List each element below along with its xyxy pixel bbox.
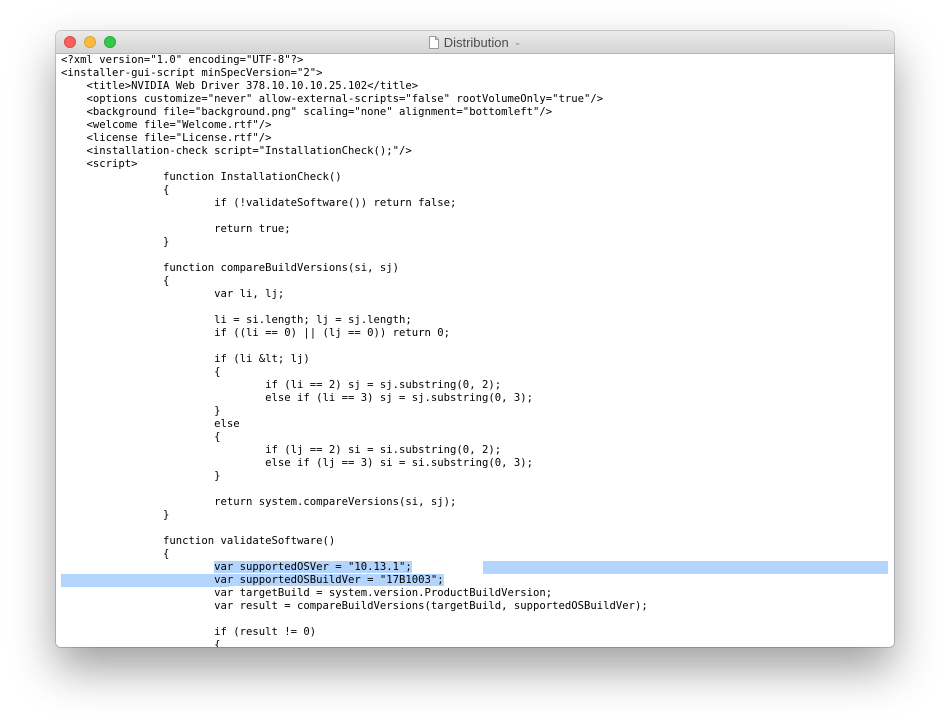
editor-content-area[interactable]: <?xml version="1.0" encoding="UTF-8"?> <i… [56, 54, 894, 647]
code-line[interactable]: li = si.length; lj = sj.length; [56, 314, 894, 327]
code-line[interactable]: <options customize="never" allow-externa… [56, 93, 894, 106]
code-line[interactable] [56, 301, 894, 314]
code-line[interactable]: function validateSoftware() [56, 535, 894, 548]
code-line[interactable] [56, 483, 894, 496]
code-line[interactable]: if (!validateSoftware()) return false; [56, 197, 894, 210]
code-line-text: var li, lj; [61, 288, 285, 300]
code-line-text: if (li &lt; lj) [61, 353, 310, 365]
code-line-text: var supportedOSBuildVer = "17B1003"; [61, 574, 444, 586]
code-line-text: { [61, 366, 221, 378]
code-line[interactable] [56, 340, 894, 353]
code-line[interactable]: <welcome file="Welcome.rtf"/> [56, 119, 894, 132]
code-line-text: else if (li == 3) sj = sj.substring(0, 3… [61, 392, 533, 404]
text-editor-window: Distribution ⌄ <?xml version="1.0" encod… [56, 31, 894, 647]
code-line[interactable]: } [56, 236, 894, 249]
code-line[interactable]: <license file="License.rtf"/> [56, 132, 894, 145]
code-line[interactable]: { [56, 275, 894, 288]
code-line[interactable]: <installation-check script="Installation… [56, 145, 894, 158]
code-line[interactable]: { [56, 639, 894, 647]
code-line[interactable]: <title>NVIDIA Web Driver 378.10.10.10.25… [56, 80, 894, 93]
code-line-text: <welcome file="Welcome.rtf"/> [61, 119, 272, 131]
code-line[interactable]: <background file="background.png" scalin… [56, 106, 894, 119]
code-line-text: else if (lj == 3) si = si.substring(0, 3… [61, 457, 533, 469]
code-line[interactable]: if (li &lt; lj) [56, 353, 894, 366]
code-line[interactable]: <script> [56, 158, 894, 171]
code-line-text: var result = compareBuildVersions(target… [61, 600, 648, 612]
code-line-text: <license file="License.rtf"/> [61, 132, 272, 144]
code-line[interactable]: if ((li == 0) || (lj == 0)) return 0; [56, 327, 894, 340]
code-line-text: { [61, 548, 170, 560]
code-line-text: var supportedOSVer = "10.13.1"; [214, 561, 412, 573]
code-line-text: return system.compareVersions(si, sj); [61, 496, 457, 508]
window-title-group[interactable]: Distribution ⌄ [56, 31, 894, 53]
code-line[interactable] [56, 613, 894, 626]
code-line[interactable]: else if (lj == 3) si = si.substring(0, 3… [56, 457, 894, 470]
code-line[interactable]: var result = compareBuildVersions(target… [56, 600, 894, 613]
code-line-text: <script> [61, 158, 138, 170]
code-line-text: <installer-gui-script minSpecVersion="2"… [61, 67, 323, 79]
code-line[interactable]: return system.compareVersions(si, sj); [56, 496, 894, 509]
code-line[interactable]: <installer-gui-script minSpecVersion="2"… [56, 67, 894, 80]
code-line-text: <title>NVIDIA Web Driver 378.10.10.10.25… [61, 80, 419, 92]
code-line[interactable]: else [56, 418, 894, 431]
code-line[interactable]: <?xml version="1.0" encoding="UTF-8"?> [56, 54, 894, 67]
code-line-text: { [61, 275, 170, 287]
code-line-text: if (!validateSoftware()) return false; [61, 197, 457, 209]
chevron-down-icon[interactable]: ⌄ [514, 38, 522, 48]
code-line-text: <background file="background.png" scalin… [61, 106, 553, 118]
code-line[interactable]: if (lj == 2) si = si.substring(0, 2); [56, 444, 894, 457]
code-line-text: else [61, 418, 240, 430]
code-line-text: if (result != 0) [61, 626, 317, 638]
code-line[interactable]: { [56, 548, 894, 561]
code-line-text: <?xml version="1.0" encoding="UTF-8"?> [61, 54, 304, 66]
code-line-text: { [61, 431, 221, 443]
code-line[interactable]: var li, lj; [56, 288, 894, 301]
code-line[interactable]: var targetBuild = system.version.Product… [56, 587, 894, 600]
code-line[interactable] [56, 210, 894, 223]
code-line[interactable]: { [56, 366, 894, 379]
code-line-text: } [61, 470, 221, 482]
code-line-text: { [61, 639, 221, 647]
code-line[interactable] [56, 249, 894, 262]
code-line-text: function InstallationCheck() [61, 171, 342, 183]
code-line[interactable]: } [56, 405, 894, 418]
code-line[interactable]: function InstallationCheck() [56, 171, 894, 184]
code-line[interactable]: } [56, 470, 894, 483]
code-line-text: { [61, 184, 170, 196]
document-icon [428, 35, 439, 49]
code-line[interactable]: var supportedOSBuildVer = "17B1003"; [56, 574, 894, 587]
code-line-text: return true; [61, 223, 291, 235]
code-line-text: <installation-check script="Installation… [61, 145, 412, 157]
code-line[interactable]: else if (li == 3) sj = sj.substring(0, 3… [56, 392, 894, 405]
code-line[interactable]: var supportedOSVer = "10.13.1"; [56, 561, 894, 574]
code-line[interactable]: function compareBuildVersions(si, sj) [56, 262, 894, 275]
code-line-text: li = si.length; lj = sj.length; [61, 314, 412, 326]
code-text-view[interactable]: <?xml version="1.0" encoding="UTF-8"?> <i… [56, 54, 894, 647]
code-line[interactable] [56, 522, 894, 535]
code-line[interactable]: } [56, 509, 894, 522]
code-line-text: } [61, 509, 170, 521]
code-line-text: if (li == 2) sj = sj.substring(0, 2); [61, 379, 502, 391]
code-line-text: <options customize="never" allow-externa… [61, 93, 604, 105]
code-line[interactable]: return true; [56, 223, 894, 236]
code-line[interactable]: { [56, 184, 894, 197]
code-line-text: function compareBuildVersions(si, sj) [61, 262, 400, 274]
code-line-text: var targetBuild = system.version.Product… [61, 587, 553, 599]
window-title: Distribution [443, 34, 509, 50]
code-line-text: if (lj == 2) si = si.substring(0, 2); [61, 444, 502, 456]
code-line[interactable]: if (li == 2) sj = sj.substring(0, 2); [56, 379, 894, 392]
window-titlebar[interactable]: Distribution ⌄ [56, 31, 894, 54]
code-line-text: } [61, 405, 221, 417]
code-line-text: } [61, 236, 170, 248]
code-line[interactable]: { [56, 431, 894, 444]
code-line[interactable]: if (result != 0) [56, 626, 894, 639]
code-line-text: if ((li == 0) || (lj == 0)) return 0; [61, 327, 451, 339]
code-line-text: function validateSoftware() [61, 535, 336, 547]
